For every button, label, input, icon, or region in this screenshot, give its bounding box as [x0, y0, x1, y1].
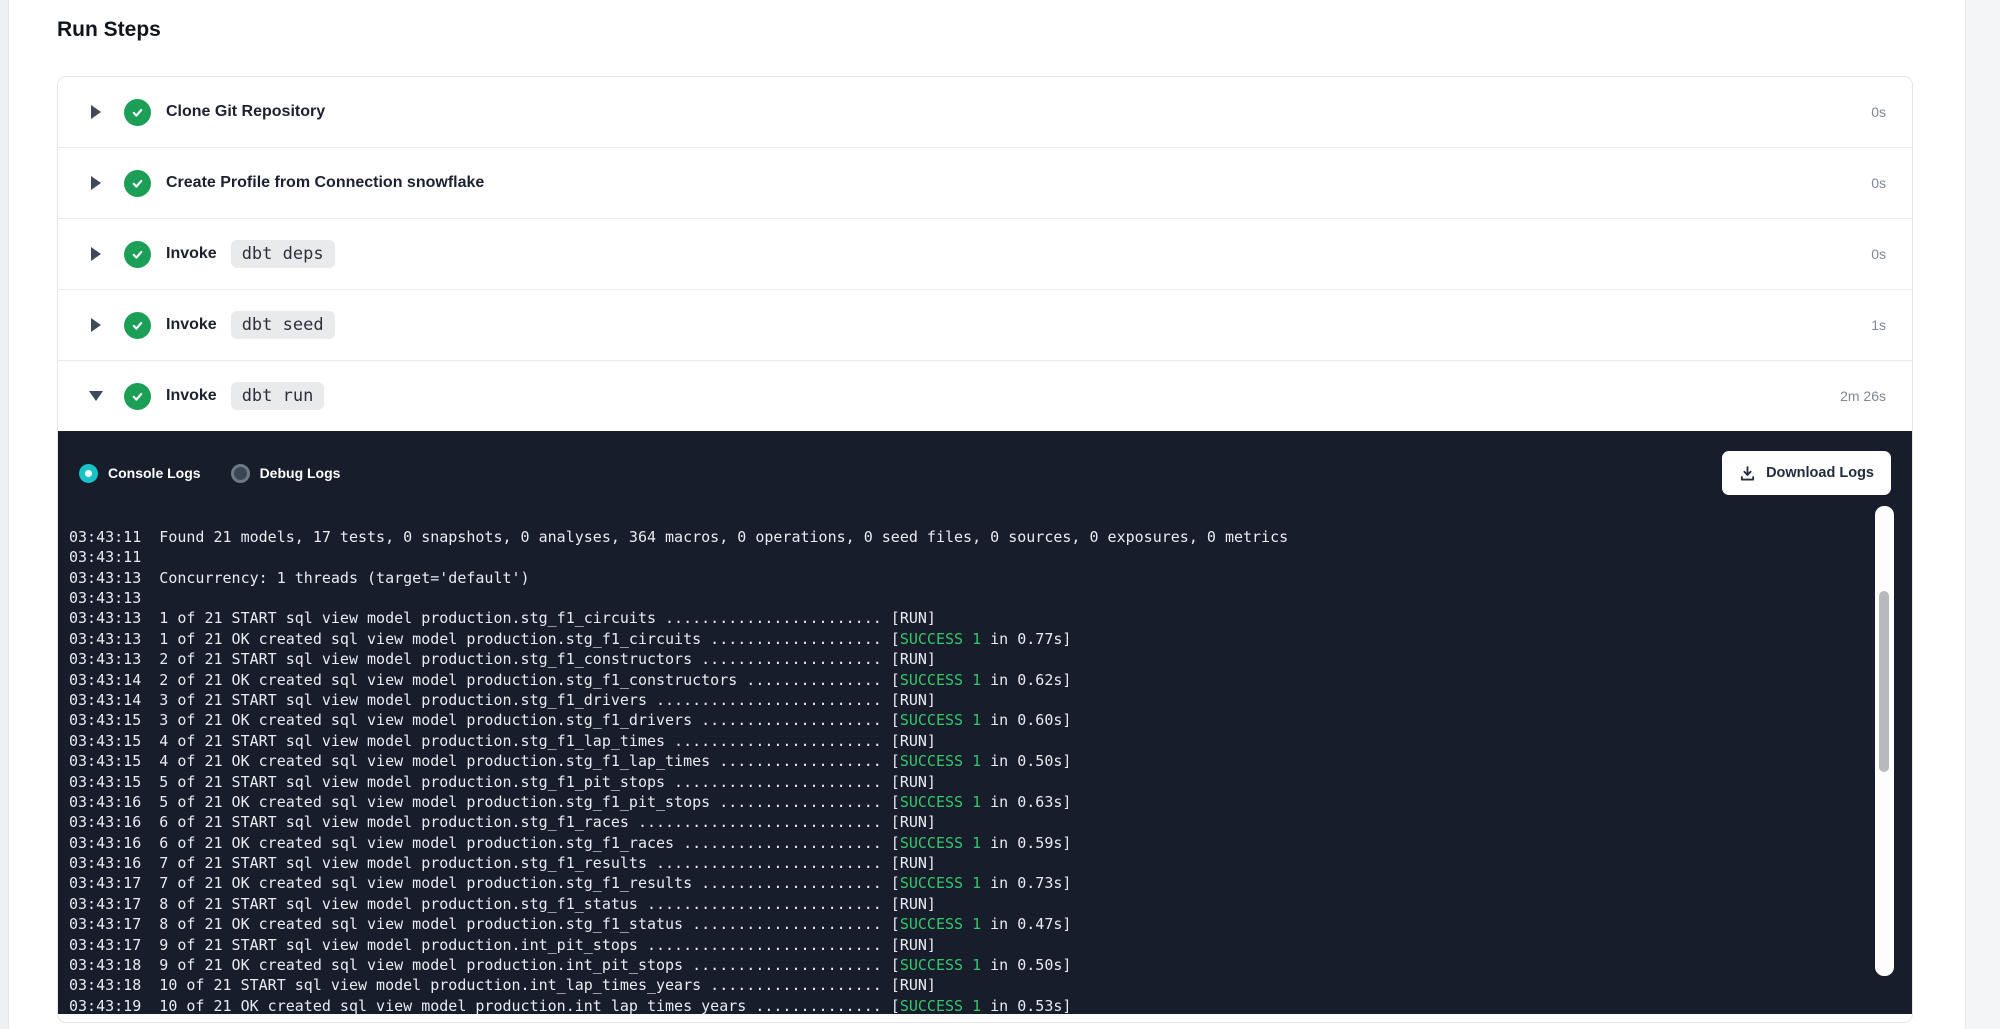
- scrollbar-track[interactable]: [1875, 506, 1894, 976]
- log-line: 03:43:16 7 of 21 START sql view model pr…: [69, 853, 1802, 873]
- console-toolbar: Console Logs Debug Logs Download Logs: [58, 431, 1912, 495]
- left-gutter: [0, 0, 9, 1029]
- scrollbar-thumb[interactable]: [1879, 591, 1889, 772]
- success-check-icon: [124, 99, 151, 126]
- log-line: 03:43:17 8 of 21 OK created sql view mod…: [69, 914, 1802, 934]
- step-title: Invoke: [166, 245, 217, 263]
- run-step-row[interactable]: Invoke dbt run 2m 26s: [58, 360, 1912, 431]
- log-line: 03:43:16 5 of 21 OK created sql view mod…: [69, 792, 1802, 812]
- step-duration: 0s: [1871, 104, 1886, 120]
- step-duration: 0s: [1871, 175, 1886, 191]
- radio-selected-icon: [79, 464, 98, 483]
- log-line: 03:43:15 3 of 21 OK created sql view mod…: [69, 710, 1802, 730]
- log-line: 03:43:15 4 of 21 START sql view model pr…: [69, 731, 1802, 751]
- log-line: 03:43:13 1 of 21 START sql view model pr…: [69, 608, 1802, 628]
- log-line: 03:43:18 9 of 21 OK created sql view mod…: [69, 955, 1802, 975]
- log-line: 03:43:14 2 of 21 OK created sql view mod…: [69, 670, 1802, 690]
- step-command-badge: dbt run: [231, 382, 325, 410]
- log-line: 03:43:13: [69, 588, 1802, 608]
- log-line: 03:43:11 Found 21 models, 17 tests, 0 sn…: [69, 527, 1802, 547]
- success-check-icon: [124, 170, 151, 197]
- log-line: 03:43:14 3 of 21 START sql view model pr…: [69, 690, 1802, 710]
- caret-icon[interactable]: [89, 318, 103, 332]
- log-line: 03:43:16 6 of 21 START sql view model pr…: [69, 812, 1802, 832]
- debug-logs-label: Debug Logs: [260, 465, 341, 481]
- download-logs-label: Download Logs: [1766, 465, 1874, 481]
- log-line: 03:43:13 Concurrency: 1 threads (target=…: [69, 568, 1802, 588]
- success-check-icon: [124, 241, 151, 268]
- success-check-icon: [124, 312, 151, 339]
- caret-icon[interactable]: [89, 105, 103, 119]
- log-line: 03:43:17 7 of 21 OK created sql view mod…: [69, 873, 1802, 893]
- log-line: 03:43:11: [69, 547, 1802, 567]
- step-duration: 1s: [1871, 317, 1886, 333]
- caret-icon[interactable]: [89, 176, 103, 190]
- log-line: 03:43:13 2 of 21 START sql view model pr…: [69, 649, 1802, 669]
- log-line: 03:43:15 4 of 21 OK created sql view mod…: [69, 751, 1802, 771]
- log-line: 03:43:18 10 of 21 START sql view model p…: [69, 975, 1802, 995]
- page-title: Run Steps: [57, 0, 1913, 45]
- log-type-radio-group: Console Logs Debug Logs: [79, 464, 340, 483]
- step-title: Invoke: [166, 316, 217, 334]
- step-title: Clone Git Repository: [166, 103, 325, 121]
- step-title: Invoke: [166, 387, 217, 405]
- run-step-row[interactable]: Invoke dbt seed 1s: [58, 289, 1912, 360]
- step-duration: 2m 26s: [1840, 388, 1886, 404]
- console-panel: Console Logs Debug Logs Download Logs: [58, 431, 1912, 1014]
- step-title: Create Profile from Connection snowflake: [166, 174, 484, 192]
- run-step-row[interactable]: Create Profile from Connection snowflake…: [58, 147, 1912, 218]
- run-steps-list: Clone Git Repository 0s Create Profile f…: [58, 77, 1912, 431]
- log-lines: 03:43:11 Found 21 models, 17 tests, 0 sn…: [69, 527, 1802, 1014]
- step-command-badge: dbt deps: [231, 240, 335, 268]
- run-step-row[interactable]: Clone Git Repository 0s: [58, 77, 1912, 147]
- caret-icon[interactable]: [89, 247, 103, 261]
- console-logs-radio[interactable]: Console Logs: [79, 464, 201, 483]
- log-line: 03:43:19 10 of 21 OK created sql view mo…: [69, 996, 1802, 1014]
- log-line: 03:43:17 9 of 21 START sql view model pr…: [69, 935, 1802, 955]
- download-logs-button[interactable]: Download Logs: [1722, 451, 1891, 495]
- download-icon: [1739, 465, 1756, 482]
- radio-unselected-icon: [231, 464, 250, 483]
- step-duration: 0s: [1871, 246, 1886, 262]
- log-line: 03:43:15 5 of 21 START sql view model pr…: [69, 772, 1802, 792]
- run-step-row[interactable]: Invoke dbt deps 0s: [58, 218, 1912, 289]
- success-check-icon: [124, 383, 151, 410]
- run-steps-card: Clone Git Repository 0s Create Profile f…: [57, 76, 1913, 1023]
- debug-logs-radio[interactable]: Debug Logs: [231, 464, 341, 483]
- console-logs-label: Console Logs: [108, 465, 201, 481]
- caret-icon[interactable]: [89, 389, 103, 403]
- step-command-badge: dbt seed: [231, 311, 335, 339]
- log-line: 03:43:17 8 of 21 START sql view model pr…: [69, 894, 1802, 914]
- log-line: 03:43:16 6 of 21 OK created sql view mod…: [69, 833, 1802, 853]
- run-steps-section: Run Steps Clone Git Repository 0s Create…: [57, 0, 1913, 1023]
- right-gutter: [1965, 0, 2000, 1029]
- console-log-output[interactable]: 03:43:11 Found 21 models, 17 tests, 0 sn…: [58, 495, 1912, 1014]
- log-line: 03:43:13 1 of 21 OK created sql view mod…: [69, 629, 1802, 649]
